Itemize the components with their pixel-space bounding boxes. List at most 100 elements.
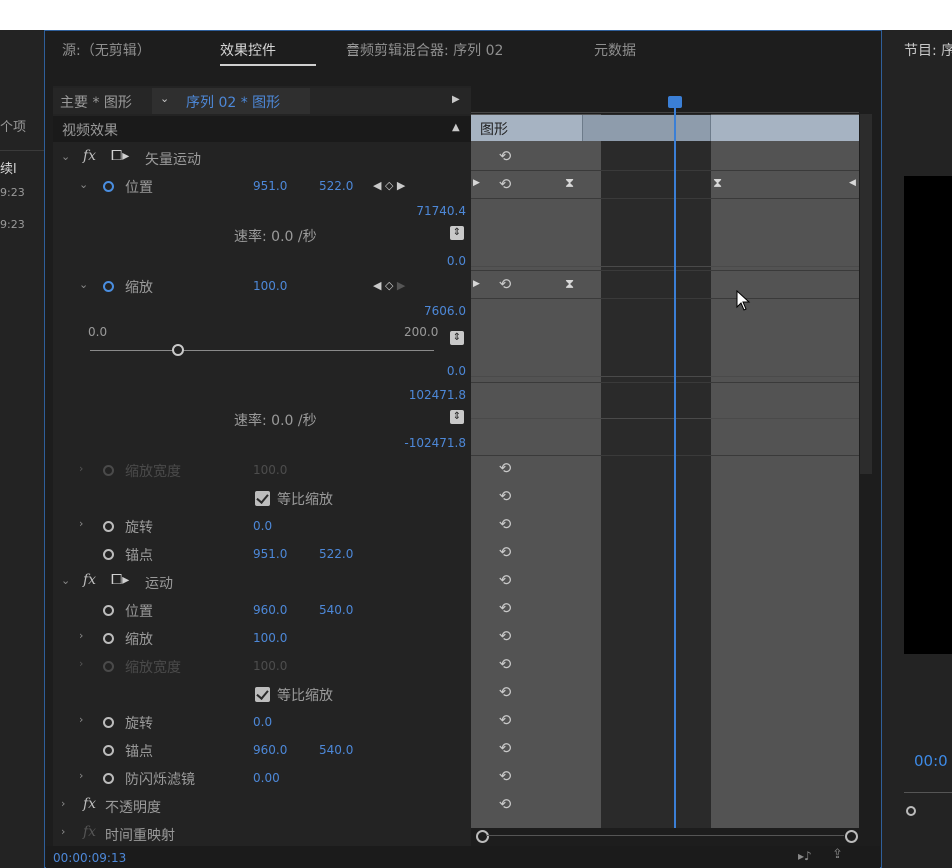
property-row-scale-width[interactable]: › 缩放宽度 100.0 ⟲ [53,652,511,680]
stopwatch-icon[interactable] [103,717,114,728]
play-audio-icon[interactable]: ▸♪ [798,849,812,863]
property-row-position[interactable]: ⌄ 位置 951.0 522.0 ◀ ◇ ▶ ⟲ [53,172,511,200]
graph-toggle-icon[interactable]: ⇕ [450,331,464,345]
tab-source[interactable]: 源:（无剪辑） [62,40,151,60]
stopwatch-icon[interactable] [103,181,114,192]
chevron-right-icon[interactable]: › [61,825,65,838]
scale-value[interactable]: 100.0 [253,279,287,293]
timeline-zoom-end-handle[interactable] [845,830,858,843]
anchor-y-value[interactable]: 540.0 [319,743,353,757]
effect-row-time-remap[interactable]: › fx 时间重映射 [53,820,471,844]
stopwatch-icon[interactable] [103,281,114,292]
property-row-uniform-scale[interactable]: 等比缩放 ⟲ [53,484,511,512]
reset-icon[interactable]: ⟲ [496,795,514,813]
reset-icon[interactable]: ⟲ [496,599,514,617]
stopwatch-icon[interactable] [103,549,114,560]
reset-icon[interactable]: ⟲ [496,147,514,165]
chevron-down-icon[interactable]: ⌄ [61,150,70,163]
position-x-value[interactable]: 951.0 [253,179,287,193]
chevron-right-icon[interactable]: › [79,629,83,642]
chevron-right-icon[interactable]: › [79,657,83,670]
program-scrubber[interactable] [904,792,952,793]
rotation-value[interactable]: 0.0 [253,715,272,729]
graph-toggle-icon[interactable]: ⇕ [450,226,464,240]
reset-icon[interactable]: ⟲ [496,543,514,561]
keyframe-nav-icon[interactable]: ▶ [473,279,480,289]
program-scrub-handle[interactable] [906,806,916,816]
property-row-uniform-scale[interactable]: 等比缩放 ⟲ [53,680,511,708]
property-row-scale[interactable]: › 缩放 100.0 ⟲ [53,624,511,652]
position-y-value[interactable]: 540.0 [319,603,353,617]
keyframe-nav-icon[interactable]: ▶ [473,178,480,188]
current-timecode[interactable]: 00:00:09:13 [53,851,126,865]
reset-icon[interactable]: ⟲ [496,767,514,785]
property-row-rotation[interactable]: › 旋转 0.0 ⟲ [53,708,511,736]
master-clip-label[interactable]: 主要 * 图形 [60,92,132,112]
chevron-right-icon[interactable]: › [79,713,83,726]
timeline-zoom-bar[interactable] [486,835,844,836]
stopwatch-icon[interactable] [103,605,114,616]
chevron-right-icon[interactable]: › [79,517,83,530]
reset-icon[interactable]: ⟲ [496,739,514,757]
reset-icon[interactable]: ⟲ [496,571,514,589]
keyframe-nav-icon[interactable]: ◀ [849,178,856,188]
keyframe-nav-icon[interactable]: ◀ ◇ ▶ [373,279,405,292]
time-ruler[interactable] [471,86,859,114]
stopwatch-icon[interactable] [103,633,114,644]
reset-icon[interactable]: ⟲ [496,459,514,477]
reset-icon[interactable]: ⟲ [496,175,514,193]
reset-icon[interactable]: ⟲ [496,515,514,533]
reset-icon[interactable]: ⟲ [496,683,514,701]
tab-effect-controls[interactable]: 效果控件 [220,40,276,60]
export-icon[interactable]: ⇪ [832,847,843,862]
reset-icon[interactable]: ⟲ [496,711,514,729]
keyframe-icon[interactable]: ⧗ [713,176,722,191]
property-row-scale[interactable]: ⌄ 缩放 100.0 ◀ ◇ ▶ ⟲ [53,272,511,300]
fx-icon[interactable]: fx [83,572,96,588]
position-x-value[interactable]: 960.0 [253,603,287,617]
reset-icon[interactable]: ⟲ [496,627,514,645]
stopwatch-icon[interactable] [103,521,114,532]
vertical-scrollbar[interactable] [860,114,872,474]
chevron-down-icon[interactable]: ⌄ [61,574,70,587]
uniform-scale-checkbox[interactable] [255,491,270,506]
property-row-anti-flicker[interactable]: › 防闪烁滤镜 0.00 ⟲ [53,764,511,792]
stopwatch-icon[interactable] [103,773,114,784]
effect-row-vector-motion[interactable]: ⌄ fx ⧠▸ 矢量运动 ⟲ [53,144,511,172]
property-row-anchor[interactable]: 锚点 951.0 522.0 ⟲ [53,540,511,568]
playhead-handle[interactable] [668,96,682,108]
chevron-down-icon[interactable]: ⌄ [79,278,88,291]
effect-row-opacity[interactable]: › fx 不透明度 ⟲ [53,792,511,820]
program-timecode[interactable]: 00:0 [914,752,948,770]
property-row-scale-width[interactable]: › 缩放宽度 100.0 ⟲ [53,456,511,484]
scale-slider-handle[interactable] [172,344,184,356]
chevron-right-icon[interactable]: › [79,769,83,782]
scale-slider-track[interactable] [90,350,434,351]
timeline-zoom-start-handle[interactable] [476,830,489,843]
chevron-right-icon[interactable]: › [79,462,83,475]
chevron-right-icon[interactable]: › [61,797,65,810]
keyframe-icon[interactable]: ⧗ [565,176,574,191]
tab-metadata[interactable]: 元数据 [594,40,636,60]
chevron-down-icon[interactable]: ⌄ [160,92,169,105]
anchor-x-value[interactable]: 951.0 [253,547,287,561]
property-row-anchor[interactable]: 锚点 960.0 540.0 ⟲ [53,736,511,764]
scale-value[interactable]: 100.0 [253,631,287,645]
keyframe-icon[interactable]: ⧗ [565,277,574,292]
property-row-rotation[interactable]: › 旋转 0.0 ⟲ [53,512,511,540]
collapse-up-icon[interactable]: ▲ [452,122,460,133]
flicker-value[interactable]: 0.00 [253,771,280,785]
anchor-y-value[interactable]: 522.0 [319,547,353,561]
reset-icon[interactable]: ⟲ [496,655,514,673]
graph-toggle-icon[interactable]: ⇕ [450,410,464,424]
play-triangle-icon[interactable]: ▶ [452,94,460,105]
reset-icon[interactable]: ⟲ [496,487,514,505]
position-y-value[interactable]: 522.0 [319,179,353,193]
fx-icon[interactable]: fx [83,148,96,164]
reset-icon[interactable]: ⟲ [496,275,514,293]
fx-icon[interactable]: fx [83,796,96,812]
keyframe-nav-icon[interactable]: ◀ ◇ ▶ [373,179,405,192]
anchor-x-value[interactable]: 960.0 [253,743,287,757]
clip-bar-work-area[interactable] [582,115,710,141]
chevron-down-icon[interactable]: ⌄ [79,178,88,191]
